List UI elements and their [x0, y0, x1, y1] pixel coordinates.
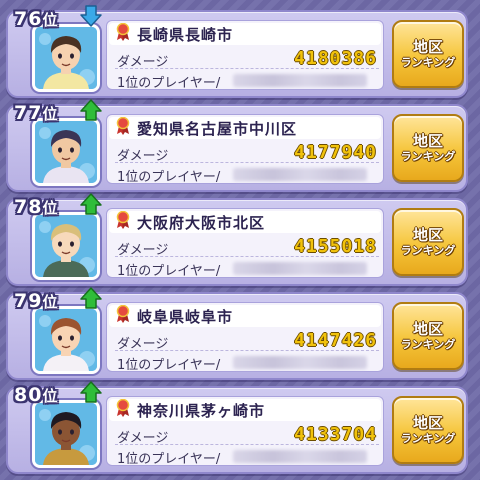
damage-line: ダメージ 4147426: [115, 330, 379, 352]
damage-value: 4133704: [294, 424, 377, 445]
info-panel: 神奈川県茅ヶ崎市 ダメージ 4133704 1位のプレイヤー/: [106, 396, 384, 467]
damage-label: ダメージ: [117, 431, 169, 446]
region-line: 岐阜県岐阜市: [109, 304, 381, 327]
region-name: 愛知県名古屋市中川区: [137, 119, 298, 138]
button-label-bottom: ランキング: [400, 56, 456, 69]
district-ranking-button[interactable]: 地区 ランキング: [392, 396, 464, 464]
ranking-row: 79位 岐阜県岐阜市 ダメージ 4147426 1位のプレイヤー/ 地区 ランキ…: [6, 287, 468, 380]
blurred-player-name: [233, 356, 367, 369]
region-name: 長崎県長崎市: [137, 25, 234, 44]
damage-line: ダメージ 4177940: [115, 142, 379, 164]
ranking-row: 77位 愛知県名古屋市中川区 ダメージ 4177940 1位のプレイヤー/ 地区…: [6, 99, 468, 192]
arrow-down-icon: [79, 4, 103, 32]
rank-number: 76位: [14, 8, 59, 30]
district-ranking-button[interactable]: 地区 ランキング: [392, 20, 464, 88]
top-player-label: 1位のプレイヤー/: [117, 264, 221, 279]
button-label-top: 地区: [412, 132, 443, 150]
button-label-bottom: ランキング: [400, 338, 456, 351]
player-avatar: [32, 118, 100, 186]
button-label-top: 地区: [412, 226, 443, 244]
blurred-player-name: [233, 450, 367, 463]
button-label-bottom: ランキング: [400, 150, 456, 163]
top-player-label: 1位のプレイヤー/: [117, 358, 221, 373]
arrow-up-icon: [79, 98, 103, 126]
top-player-line: 1位のプレイヤー/: [115, 165, 379, 185]
arrow-up-icon: [79, 286, 103, 314]
damage-value: 4147426: [294, 330, 377, 351]
region-line: 大阪府大阪市北区: [109, 210, 381, 233]
top-player-line: 1位のプレイヤー/: [115, 71, 379, 91]
damage-value: 4177940: [294, 142, 377, 163]
button-label-top: 地区: [412, 320, 443, 338]
region-line: 長崎県長崎市: [109, 22, 381, 45]
ribbon-medal-icon: [109, 116, 137, 139]
rank-number: 79位: [14, 290, 59, 312]
arrow-up-icon: [79, 192, 103, 220]
district-ranking-button[interactable]: 地区 ランキング: [392, 302, 464, 370]
blurred-player-name: [233, 168, 367, 181]
ribbon-medal-icon: [109, 22, 137, 45]
button-label-top: 地区: [412, 414, 443, 432]
player-avatar: [32, 306, 100, 374]
damage-label: ダメージ: [117, 243, 169, 258]
damage-value: 4180386: [294, 48, 377, 69]
district-ranking-button[interactable]: 地区 ランキング: [392, 208, 464, 276]
region-line: 神奈川県茅ヶ崎市: [109, 398, 381, 421]
blurred-player-name: [233, 262, 367, 275]
ribbon-medal-icon: [109, 304, 137, 327]
info-panel: 岐阜県岐阜市 ダメージ 4147426 1位のプレイヤー/: [106, 302, 384, 373]
player-avatar: [32, 212, 100, 280]
top-player-line: 1位のプレイヤー/: [115, 353, 379, 373]
rank-number: 80位: [14, 384, 59, 406]
top-player-line: 1位のプレイヤー/: [115, 447, 379, 467]
top-player-label: 1位のプレイヤー/: [117, 452, 221, 467]
info-panel: 長崎県長崎市 ダメージ 4180386 1位のプレイヤー/: [106, 20, 384, 91]
player-avatar: [32, 400, 100, 468]
region-name: 神奈川県茅ヶ崎市: [137, 401, 266, 420]
info-panel: 大阪府大阪市北区 ダメージ 4155018 1位のプレイヤー/: [106, 208, 384, 279]
damage-label: ダメージ: [117, 149, 169, 164]
top-player-label: 1位のプレイヤー/: [117, 170, 221, 185]
arrow-up-icon: [79, 380, 103, 408]
ribbon-medal-icon: [109, 210, 137, 233]
damage-label: ダメージ: [117, 55, 169, 70]
ranking-row: 80位 神奈川県茅ヶ崎市 ダメージ 4133704 1位のプレイヤー/ 地区 ラ…: [6, 381, 468, 474]
rank-number: 78位: [14, 196, 59, 218]
district-ranking-button[interactable]: 地区 ランキング: [392, 114, 464, 182]
damage-line: ダメージ 4133704: [115, 424, 379, 446]
region-name: 大阪府大阪市北区: [137, 213, 266, 232]
button-label-top: 地区: [412, 38, 443, 56]
button-label-bottom: ランキング: [400, 432, 456, 445]
ranking-list: 76位 長崎県長崎市 ダメージ 4180386 1位のプレイヤー/ 地区 ランキ…: [0, 0, 480, 480]
top-player-line: 1位のプレイヤー/: [115, 259, 379, 279]
blurred-player-name: [233, 74, 367, 87]
damage-label: ダメージ: [117, 337, 169, 352]
damage-value: 4155018: [294, 236, 377, 257]
ranking-row: 78位 大阪府大阪市北区 ダメージ 4155018 1位のプレイヤー/ 地区 ラ…: [6, 193, 468, 286]
player-avatar: [32, 24, 100, 92]
damage-line: ダメージ 4180386: [115, 48, 379, 70]
info-panel: 愛知県名古屋市中川区 ダメージ 4177940 1位のプレイヤー/: [106, 114, 384, 185]
rank-number: 77位: [14, 102, 59, 124]
region-name: 岐阜県岐阜市: [137, 307, 234, 326]
ribbon-medal-icon: [109, 398, 137, 421]
ranking-row: 76位 長崎県長崎市 ダメージ 4180386 1位のプレイヤー/ 地区 ランキ…: [6, 5, 468, 98]
button-label-bottom: ランキング: [400, 244, 456, 257]
top-player-label: 1位のプレイヤー/: [117, 76, 221, 91]
region-line: 愛知県名古屋市中川区: [109, 116, 381, 139]
damage-line: ダメージ 4155018: [115, 236, 379, 258]
